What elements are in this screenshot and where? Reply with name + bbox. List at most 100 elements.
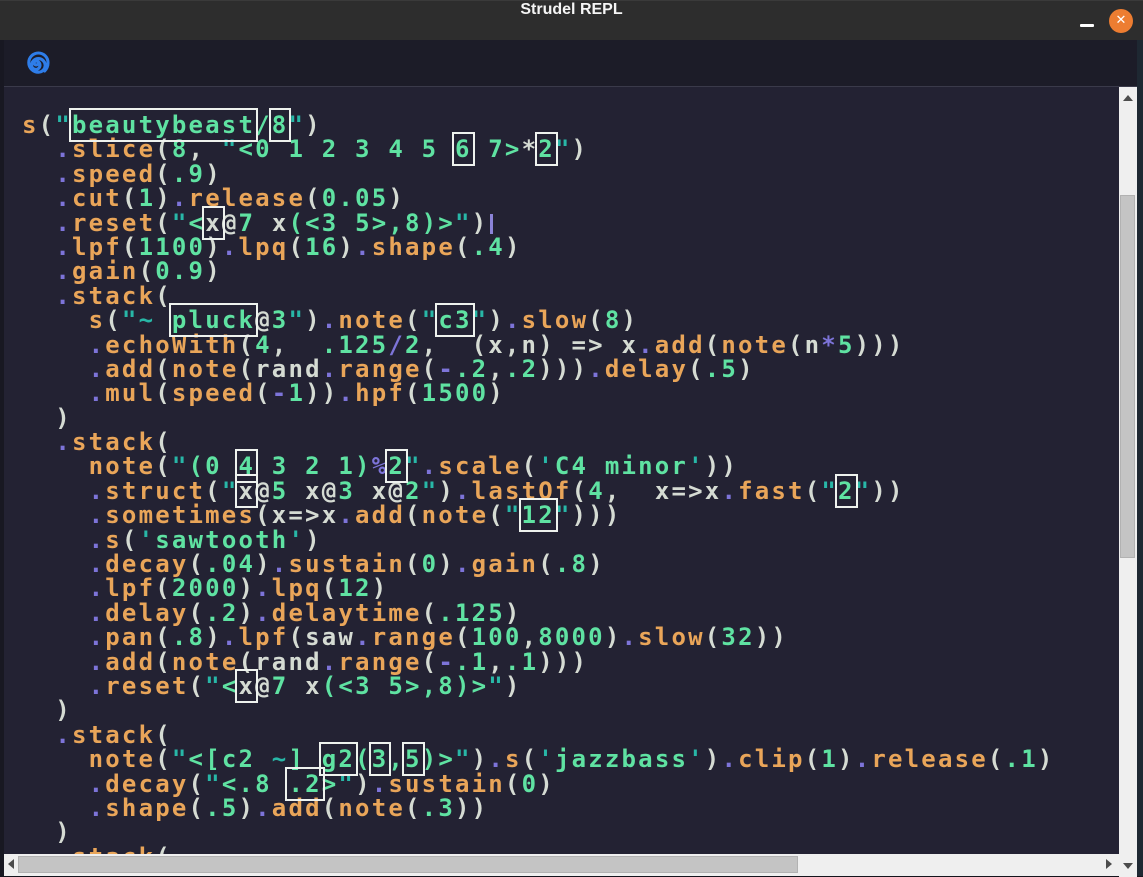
app-toolbar bbox=[0, 40, 1143, 87]
code-token: " bbox=[555, 135, 572, 163]
code-line[interactable]: .decay(.04).sustain(0).gain(.8) bbox=[22, 550, 1119, 574]
code-line[interactable]: .echoWith(4, .125/2, (x,n) => x.add(note… bbox=[22, 331, 1119, 355]
code-token: ( bbox=[322, 794, 339, 822]
code-line[interactable]: .delay(.2).delaytime(.125) bbox=[22, 599, 1119, 623]
code-line[interactable]: .cut(1).release(0.05) bbox=[22, 184, 1119, 208]
code-token: ( bbox=[288, 233, 305, 261]
code-token: n bbox=[805, 331, 822, 359]
code-token: x bbox=[305, 672, 322, 700]
code-token: < bbox=[222, 672, 239, 700]
code-token: .2 bbox=[505, 355, 538, 383]
code-token: )) bbox=[871, 477, 904, 505]
code-token: delay bbox=[605, 355, 688, 383]
code-token: " bbox=[222, 135, 239, 163]
code-token: 0 bbox=[522, 770, 539, 798]
code-token: 7> bbox=[472, 135, 522, 163]
code-token: ' bbox=[688, 745, 705, 773]
vertical-scrollbar-thumb[interactable] bbox=[1120, 195, 1135, 558]
code-line[interactable]: .add(note(rand.range(-.2,.2))).delay(.5) bbox=[22, 355, 1119, 379]
window-title: Strudel REPL bbox=[0, 1, 1143, 41]
code-line[interactable]: .slice(8, "<0 1 2 3 4 5 6 7>*2") bbox=[22, 135, 1119, 159]
code-token: ( bbox=[705, 623, 722, 651]
code-token: 7 bbox=[272, 672, 305, 700]
horizontal-scrollbar[interactable] bbox=[4, 854, 1119, 876]
code-line[interactable]: .decay("<.8 .2>").sustain(0) bbox=[22, 770, 1119, 794]
code-token: ) bbox=[238, 794, 255, 822]
code-line[interactable]: ) bbox=[22, 696, 1119, 720]
window-border-right bbox=[1137, 40, 1143, 877]
code-line[interactable]: .stack( bbox=[22, 282, 1119, 306]
pattern-highlight: 12 bbox=[522, 501, 555, 529]
scroll-left-arrow-icon[interactable] bbox=[8, 859, 14, 869]
code-token: release bbox=[871, 745, 988, 773]
code-token: add bbox=[355, 501, 405, 529]
code-line[interactable]: .shape(.5).add(note(.3)) bbox=[22, 794, 1119, 818]
text-cursor bbox=[490, 214, 493, 234]
code-line[interactable]: .gain(0.9) bbox=[22, 257, 1119, 281]
code-line[interactable]: note("(0 4 3 2 1)%2".scale('C4 minor')) bbox=[22, 452, 1119, 476]
code-line[interactable]: .stack( bbox=[22, 843, 1119, 854]
code-token: .8 bbox=[555, 550, 588, 578]
code-token: slow bbox=[638, 623, 705, 651]
scroll-down-arrow-icon[interactable] bbox=[1123, 863, 1133, 869]
minimize-button[interactable] bbox=[1076, 1, 1098, 41]
code-token: " bbox=[505, 501, 522, 529]
code-token: .1 bbox=[1005, 745, 1038, 773]
code-line[interactable]: .mul(speed(-1)).hpf(1500) bbox=[22, 379, 1119, 403]
vertical-scrollbar[interactable] bbox=[1119, 87, 1137, 877]
code-token: ))) bbox=[538, 648, 588, 676]
code-lines: s("beautybeast/8") .slice(8, "<0 1 2 3 4… bbox=[22, 111, 1119, 854]
code-line[interactable]: .stack( bbox=[22, 428, 1119, 452]
code-token: ) bbox=[538, 770, 555, 798]
code-token: . bbox=[455, 550, 472, 578]
close-icon: ✕ bbox=[1116, 13, 1127, 28]
code-token: 32 bbox=[721, 623, 754, 651]
code-token: (<3 5>,8)> bbox=[322, 672, 489, 700]
code-line[interactable]: .pan(.8).lpf(saw.range(100,8000).slow(32… bbox=[22, 623, 1119, 647]
code-token: hpf bbox=[355, 379, 405, 407]
scroll-right-arrow-icon[interactable] bbox=[1106, 859, 1112, 869]
code-token: ) bbox=[205, 257, 222, 285]
code-line[interactable]: ) bbox=[22, 404, 1119, 428]
code-line[interactable]: s("beautybeast/8") bbox=[22, 111, 1119, 135]
code-token: ) bbox=[738, 355, 755, 383]
code-token: . bbox=[89, 379, 106, 407]
code-line[interactable]: .stack( bbox=[22, 721, 1119, 745]
code-line[interactable]: .add(note(rand.range(-.1,.1))) bbox=[22, 648, 1119, 672]
code-token: ( bbox=[255, 379, 272, 407]
code-token: ))) bbox=[538, 355, 588, 383]
code-line[interactable]: s("~ pluck@3").note("c3").slow(8) bbox=[22, 306, 1119, 330]
code-line[interactable]: note("<[c2 ~] g2(3,5)>").s('jazzbass').c… bbox=[22, 745, 1119, 769]
code-line[interactable]: .lpf(1100).lpq(16).shape(.4) bbox=[22, 233, 1119, 257]
code-token: note bbox=[422, 501, 489, 529]
code-token: shape bbox=[105, 794, 188, 822]
code-token: ( bbox=[405, 501, 422, 529]
scroll-up-arrow-icon[interactable] bbox=[1123, 95, 1133, 101]
code-token: mul bbox=[105, 379, 155, 407]
code-line[interactable]: ) bbox=[22, 818, 1119, 842]
code-token: . bbox=[855, 745, 872, 773]
strudel-repl-window: Strudel REPL ✕ s("beautybeast/8") .slice… bbox=[0, 0, 1143, 877]
code-token: )) bbox=[455, 794, 488, 822]
code-token: ] bbox=[288, 745, 321, 773]
code-editor[interactable]: s("beautybeast/8") .slice(8, "<0 1 2 3 4… bbox=[4, 87, 1119, 854]
code-line[interactable]: .lpf(2000).lpq(12) bbox=[22, 574, 1119, 598]
code-line[interactable]: .speed(.9) bbox=[22, 160, 1119, 184]
code-token: ( bbox=[189, 794, 206, 822]
strudel-spiral-logo-icon[interactable] bbox=[22, 49, 51, 78]
pattern-highlight: 2 bbox=[538, 135, 555, 163]
code-token: ( bbox=[788, 331, 805, 359]
code-token: 5 bbox=[838, 331, 855, 359]
horizontal-scrollbar-thumb[interactable] bbox=[18, 856, 798, 873]
code-line[interactable]: .struct("x@5 x@3 x@2").lastOf(4, x=>x.fa… bbox=[22, 477, 1119, 501]
code-token: )) bbox=[755, 623, 788, 651]
code-token: * bbox=[821, 331, 838, 359]
minimize-icon bbox=[1080, 24, 1094, 27]
code-token: . bbox=[222, 233, 239, 261]
close-button[interactable]: ✕ bbox=[1109, 9, 1133, 33]
code-line[interactable]: .s('sawtooth') bbox=[22, 526, 1119, 550]
code-line[interactable]: .sometimes(x=>x.add(note("12"))) bbox=[22, 501, 1119, 525]
code-line[interactable]: .reset("<x@7 x(<3 5>,8)>") bbox=[22, 672, 1119, 696]
code-token: ( bbox=[505, 770, 522, 798]
code-line[interactable]: .reset("<x@7 x(<3 5>,8)>") bbox=[22, 209, 1119, 233]
